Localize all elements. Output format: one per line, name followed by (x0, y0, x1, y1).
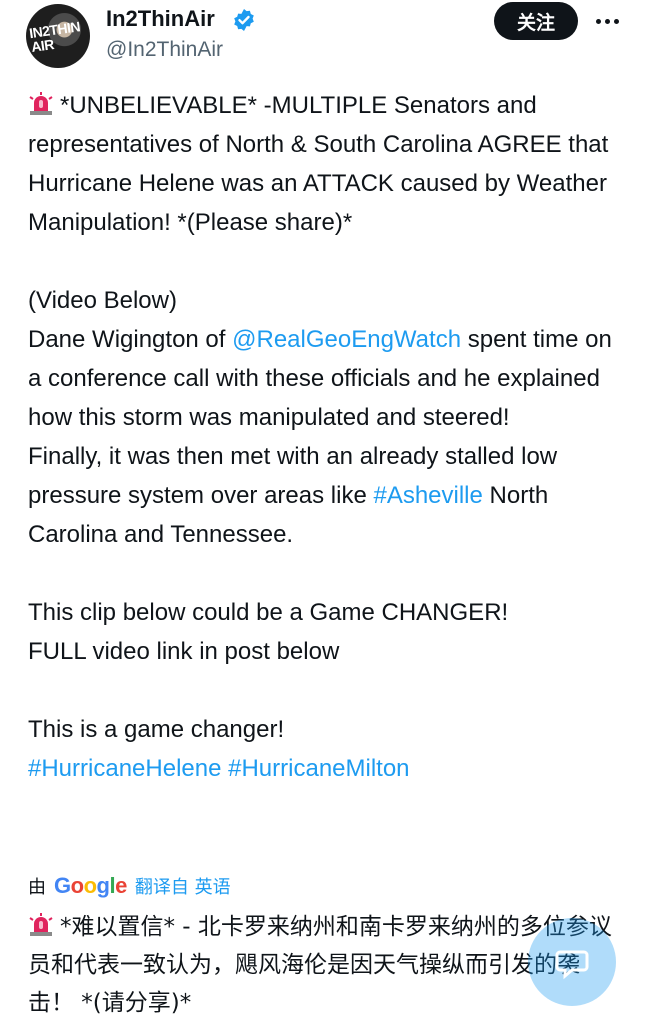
mention-link[interactable]: @RealGeoEngWatch (232, 326, 461, 353)
reply-bubble-icon (555, 950, 589, 980)
translated-text-body: *难以置信* - 北卡罗来纳州和南卡罗来纳州的多位参议员和代表一致认为，飓风海伦… (28, 914, 612, 1016)
post-text-3b: FULL video link in post below (28, 638, 340, 665)
follow-button[interactable]: 关注 (494, 2, 578, 40)
hashtag-hurricane-helene[interactable]: #HurricaneHelene (28, 755, 221, 782)
post-text-4: This is a game changer! (28, 716, 285, 743)
hashtag-hurricane-milton[interactable]: #HurricaneMilton (228, 755, 409, 782)
post-text-video-below: (Video Below) (28, 287, 177, 314)
more-dots-icon (595, 18, 601, 24)
post-header: IN2THIN AIR In2ThinAir @In2ThinAir 关注 (0, 0, 648, 80)
hashtag-asheville[interactable]: #Asheville (373, 482, 482, 509)
police-siren-icon (29, 92, 53, 115)
post-body: *UNBELIEVABLE* -MULTIPLE Senators and re… (28, 86, 620, 788)
verified-badge-icon (234, 9, 254, 31)
post-paragraph-1: *UNBELIEVABLE* -MULTIPLE Senators and re… (28, 86, 620, 242)
police-siren-icon (29, 913, 53, 936)
google-logo: Google (54, 873, 127, 898)
author-handle[interactable]: @In2ThinAir (106, 38, 223, 62)
more-dots-icon (613, 18, 619, 24)
more-dots-icon (604, 18, 610, 24)
avatar-text: IN2THIN AIR (28, 18, 81, 56)
more-options-button[interactable] (590, 6, 624, 36)
post-text-3a: This clip below could be a Game CHANGER! (28, 599, 509, 626)
post-paragraph-3: This clip below could be a Game CHANGER!… (28, 593, 620, 671)
avatar[interactable]: IN2THIN AIR (26, 4, 90, 68)
post-paragraph-4: This is a game changer! #HurricaneHelene… (28, 710, 620, 788)
translation-by-label: 由 (28, 877, 46, 898)
post-paragraph-2: (Video Below) Dane Wigington of @RealGeo… (28, 281, 620, 554)
post-text-1: *UNBELIEVABLE* -MULTIPLE Senators and re… (28, 92, 609, 236)
post-text-2a: Dane Wigington of (28, 326, 233, 353)
translation-attribution: 由 Google 翻译自 英语 (28, 872, 231, 900)
translated-from-link[interactable]: 翻译自 英语 (135, 873, 231, 899)
author-display-name[interactable]: In2ThinAir (106, 6, 215, 32)
compose-reply-button[interactable] (528, 918, 616, 1006)
